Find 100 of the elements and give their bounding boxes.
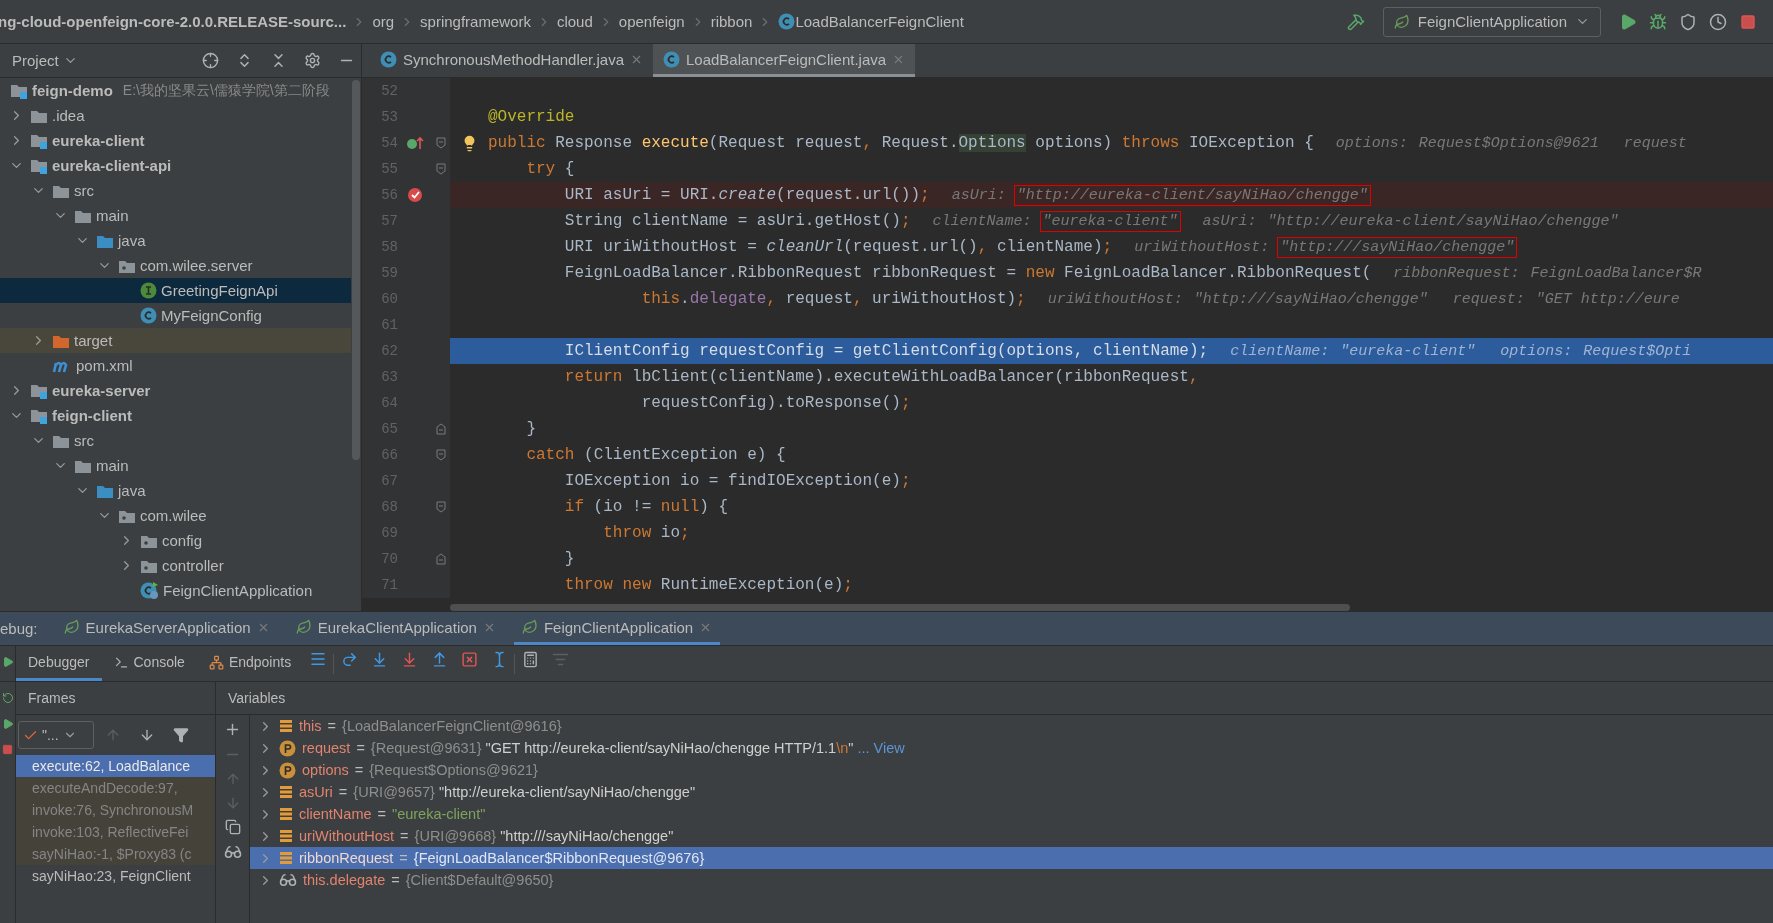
breakpoint-icon[interactable] <box>407 187 423 203</box>
console-icon <box>113 654 129 670</box>
equals-sign: = <box>338 784 348 800</box>
tree-item-label: eureka-server <box>52 382 151 399</box>
spring-leaf-icon <box>295 619 312 635</box>
fold-marker-icon[interactable] <box>436 163 446 175</box>
build-icon[interactable] <box>1346 12 1365 31</box>
tree-item[interactable]: .idea <box>0 103 351 128</box>
tree-item[interactable]: src <box>0 428 351 453</box>
class-icon <box>140 307 157 324</box>
tree-item[interactable]: java <box>0 478 351 503</box>
breadcrumb-item[interactable]: ribbon <box>710 13 753 30</box>
tree-item[interactable]: eureka-client <box>0 128 351 153</box>
scrollbar[interactable] <box>352 80 360 460</box>
endpoints-icon <box>208 654 224 670</box>
rerun-icon[interactable] <box>1 692 14 704</box>
inline-hint-label: request: <box>1452 290 1525 308</box>
tree-item[interactable]: src <box>0 178 351 203</box>
debug-session-tab[interactable]: EurekaServerApplication <box>55 612 278 645</box>
stack-frame[interactable]: execute:62, LoadBalance <box>16 755 215 777</box>
variable-row[interactable]: ribbonRequest = {FeignLoadBalancer$RibbonRequest@9676} <box>250 847 1773 869</box>
tree-item[interactable]: feign-demo E:\我的坚果云\儒猿学院\第二阶段 <box>0 78 351 103</box>
tree-item[interactable]: com.wilee.server <box>0 253 351 278</box>
variable-row[interactable]: this = {LoadBalancerFeignClient@9616} <box>250 715 1773 737</box>
variable-value: {LoadBalancerFeignClient@9616} <box>342 718 562 734</box>
glasses-icon <box>279 871 297 889</box>
tree-item[interactable]: com.wilee <box>0 503 351 528</box>
tree-item[interactable]: config <box>0 528 351 553</box>
debug-icon[interactable] <box>1649 12 1667 31</box>
coverage-icon[interactable] <box>1679 12 1697 31</box>
tree-item[interactable]: main <box>0 203 351 228</box>
code-line: IClientConfig requestConfig = getClientConfig(options, clientName); <box>563 342 1209 360</box>
tree-item[interactable]: eureka-server <box>0 378 351 403</box>
menu-icon[interactable] <box>309 650 328 668</box>
filter-icon[interactable] <box>173 727 189 743</box>
glasses-icon[interactable] <box>223 843 242 861</box>
variable-row[interactable]: request = {Request@9631} "GET http://eureka-client/sayNiHao/chengge HTTP/1.1\n" ... View <box>250 737 1773 759</box>
settings-icon[interactable] <box>303 52 321 69</box>
tree-item[interactable]: java <box>0 228 351 253</box>
fold-marker-icon[interactable] <box>436 553 446 565</box>
variable-value: {Request@9631} <box>370 740 482 756</box>
copy-icon[interactable] <box>224 819 241 835</box>
stack-frame[interactable]: sayNiHao:23, FeignClient <box>16 865 215 887</box>
inline-hint-label: uriWithoutHost: <box>1134 238 1270 256</box>
scrollbar[interactable] <box>450 604 1350 611</box>
override-marker-icon[interactable] <box>406 135 424 151</box>
step-over-icon[interactable] <box>340 650 358 668</box>
module-folder-icon <box>30 407 48 424</box>
editor-tab[interactable]: SynchronousMethodHandler.java <box>370 44 653 77</box>
fold-marker-icon[interactable] <box>436 449 446 461</box>
variable-row[interactable]: uriWithoutHost = {URI@9668} "http:///sayNiHao/chengge" <box>250 825 1773 847</box>
equals-sign: = <box>327 718 337 734</box>
tree-item[interactable]: pom.xml <box>0 353 351 378</box>
locate-icon[interactable] <box>201 52 219 69</box>
tree-item[interactable]: main <box>0 453 351 478</box>
variable-row[interactable]: asUri = {URI@9657} "http://eureka-client/sayNiHao/chengge" <box>250 781 1773 803</box>
tree-item[interactable]: GreetingFeignApi <box>0 278 351 303</box>
breadcrumb-item[interactable]: org <box>372 13 395 30</box>
fold-marker-icon[interactable] <box>436 423 446 435</box>
breadcrumb-item[interactable]: openfeign <box>618 13 685 30</box>
variable-row[interactable]: clientName = "eureka-client" <box>250 803 1773 825</box>
run-configuration-dropdown[interactable]: FeignClientApplication <box>1382 6 1601 37</box>
drop-frame-icon[interactable] <box>460 650 478 668</box>
add-watch-icon[interactable] <box>224 721 241 738</box>
debugger-tab[interactable]: Debugger <box>16 646 102 681</box>
tree-item-label: feign-client <box>52 407 132 424</box>
project-panel-title[interactable]: Project <box>12 52 59 69</box>
run-icon[interactable] <box>1619 12 1637 31</box>
evaluate-icon[interactable] <box>521 650 539 668</box>
variable-row[interactable]: this.delegate = {Client$Default@9650} <box>250 869 1773 891</box>
stop-icon[interactable] <box>2 744 13 755</box>
field-icon <box>279 807 293 821</box>
stop-icon[interactable] <box>1740 13 1756 30</box>
breadcrumb-item[interactable]: LoadBalancerFeignClient <box>795 13 964 30</box>
breadcrumb-item[interactable]: springframework <box>420 13 531 30</box>
breadcrumb-item[interactable]: cloud <box>556 13 593 30</box>
tree-item[interactable]: target <box>0 328 351 353</box>
code-line: throw io; <box>602 524 690 542</box>
tree-item[interactable]: feign-client <box>0 403 351 428</box>
tree-item[interactable]: eureka-client-api <box>0 153 351 178</box>
equals-sign: = <box>356 740 365 756</box>
inline-hint-value: Request$Options@9621 <box>1417 133 1600 154</box>
tree-item[interactable]: controller <box>0 553 351 578</box>
tree-item[interactable]: MyFeignConfig <box>0 303 351 328</box>
debugger-tab[interactable]: Console <box>101 646 197 681</box>
resume-icon[interactable] <box>1 718 14 730</box>
tree-item[interactable]: FeignClientApplication <box>0 578 351 603</box>
tree-item-label: src <box>74 432 94 449</box>
debugger-tab[interactable]: Endpoints <box>196 646 304 681</box>
variable-row[interactable]: options = {Request$Options@9621} <box>250 759 1773 781</box>
resume-icon[interactable] <box>1 656 14 668</box>
inline-hint-value: "http:///sayNiHao/chengge" <box>1277 236 1518 258</box>
thread-dropdown[interactable]: "... <box>18 721 94 749</box>
debug-session-tab[interactable]: EurekaClientApplication <box>287 612 504 645</box>
fold-marker-icon[interactable] <box>436 501 446 513</box>
profile-icon[interactable] <box>1709 12 1727 31</box>
editor-tab[interactable]: LoadBalancerFeignClient.java <box>653 44 916 77</box>
view-link[interactable]: ... View <box>857 740 905 756</box>
fold-marker-icon[interactable] <box>436 137 446 149</box>
variable-name: uriWithoutHost <box>299 828 395 844</box>
